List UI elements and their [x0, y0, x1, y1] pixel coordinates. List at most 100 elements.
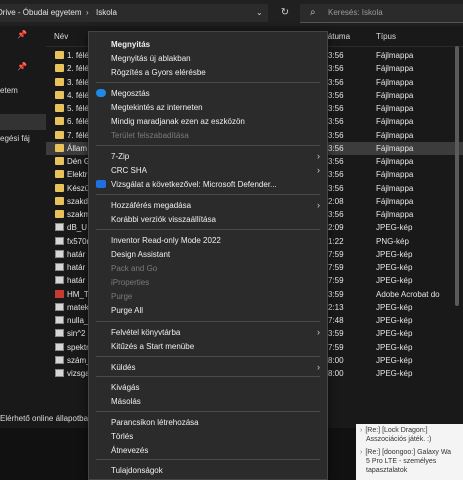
file-date: 8:00: [328, 369, 344, 378]
menu-item-kiv-g-s[interactable]: Kivágás: [89, 380, 327, 394]
menu-item-kor-bbi-verzi-k-vissza-ll-t-sa[interactable]: Korábbi verziók visszaállítása: [89, 212, 327, 226]
menu-item-megtekint-s-az-interneten[interactable]: Megtekintés az interneten: [89, 100, 327, 114]
context-menu: Megnyitás Megnyitás új ablakban Rögzítés a…: [88, 31, 328, 480]
search-box[interactable]: ⌕ Keresés: Iskola: [300, 4, 463, 23]
file-date: 3:56: [328, 77, 344, 87]
folder-icon: [55, 170, 64, 179]
file-date: 3:56: [328, 210, 344, 219]
address-bar[interactable]: Drive - Óbudai egyetem › Iskola ⌄: [0, 4, 268, 22]
file-type: JPEG-kép: [376, 302, 413, 312]
scrollbar-thumb[interactable]: [455, 46, 459, 306]
nav-item[interactable]: etem: [0, 86, 18, 95]
image-file-icon: [55, 249, 64, 258]
menu-item-mindig-maradjanak-ezen-az-eszk-z-n[interactable]: Mindig maradjanak ezen az eszközön: [89, 114, 327, 128]
image-file-icon: [55, 236, 64, 245]
nav-item[interactable]: egési fáj: [0, 134, 30, 143]
menu-item-crc-sha[interactable]: CRC SHA ›: [89, 163, 327, 177]
menu-item-megoszt-s[interactable]: Megosztás: [89, 86, 327, 100]
column-type[interactable]: Típus: [376, 32, 396, 41]
pdf-icon: [55, 289, 64, 298]
menu-item-label: Átnevezés: [111, 446, 149, 455]
menu-item-label: Felvétel könyvtárba: [111, 328, 181, 337]
menu-separator: [96, 82, 320, 83]
file-type: Fájlmappa: [376, 210, 414, 219]
menu-item-parancsikon-l-trehoz-sa[interactable]: Parancsikon létrehozása: [89, 415, 327, 429]
menu-item-vizsg-lat-a-k-vetkez-vel-microsoft-defender[interactable]: Vizsgálat a következővel: Microsoft Defe…: [89, 177, 327, 191]
refresh-icon[interactable]: ↻: [276, 4, 294, 22]
forum-item-text: tapasztalatok: [366, 467, 408, 474]
column-name[interactable]: Név: [54, 32, 68, 41]
breadcrumb-separator: ›: [86, 8, 89, 17]
menu-item-label: Kitűzés a Start menübe: [111, 342, 195, 351]
scrollbar[interactable]: [453, 46, 461, 376]
forum-item-text: Asszociációs játék. :): [366, 436, 432, 443]
file-date: 8:00: [328, 355, 344, 365]
menu-item-inventor-read-only-mode-2022[interactable]: Inventor Read-only Mode 2022: [89, 233, 327, 247]
menu-item-label: Vizsgálat a következővel: Microsoft Defe…: [111, 180, 277, 189]
menu-item-megnyit-s-j-ablakban[interactable]: Megnyitás új ablakban: [89, 51, 327, 65]
menu-item-label: iProperties: [111, 278, 150, 287]
file-date: 3:56: [328, 51, 344, 60]
file-type: Fájlmappa: [376, 157, 414, 166]
file-date: 7:59: [328, 276, 344, 286]
menu-item-7-zip[interactable]: 7-Zip ›: [89, 149, 327, 163]
file-type: Adobe Acrobat do: [376, 289, 440, 299]
image-file-icon: [55, 342, 64, 351]
file-date: 3:56: [328, 130, 344, 140]
folder-icon: [55, 210, 64, 218]
menu-separator: [96, 459, 320, 460]
forum-item[interactable]: › [Re:] [Lock Dragon:]: [360, 426, 428, 435]
address-dropdown-icon[interactable]: ⌄: [256, 8, 263, 17]
file-date: 3:56: [328, 183, 344, 193]
defender-shield-icon: [96, 180, 106, 188]
file-name: határ: [67, 249, 86, 259]
menu-item-m-sol-s[interactable]: Másolás: [89, 394, 327, 408]
menu-item-design-assistant[interactable]: Design Assistant: [89, 247, 327, 261]
menu-item-label: Korábbi verziók visszaállítása: [111, 215, 216, 224]
menu-item-felv-tel-k-nyvt-rba[interactable]: Felvétel könyvtárba ›: [89, 325, 327, 339]
file-name: spektr: [67, 342, 89, 352]
file-type: JPEG-kép: [376, 249, 413, 259]
menu-item-t-rl-s[interactable]: Törlés: [89, 429, 327, 443]
menu-separator: [96, 229, 320, 230]
menu-item-label: CRC SHA: [111, 166, 148, 175]
menu-item-label: Purge: [111, 292, 133, 301]
menu-item-hozz-f-r-s-megad-sa[interactable]: Hozzáférés megadása ›: [89, 198, 327, 212]
file-date: 3:56: [328, 157, 344, 166]
folder-icon: [55, 90, 64, 99]
file-type: Fájlmappa: [376, 64, 414, 74]
forum-item[interactable]: › [Re:] [doongoo:] Galaxy Wa: [360, 448, 451, 457]
address-bar-area: Drive - Óbudai egyetem › Iskola ⌄ ↻ ⌕ Ke…: [0, 0, 463, 27]
file-name: 3. félé: [67, 77, 89, 87]
file-date: 3:56: [328, 143, 344, 153]
breadcrumb-iskola[interactable]: Iskola: [96, 8, 117, 17]
menu-item-label: Megosztás: [111, 89, 150, 98]
pin-icon: 📌: [17, 62, 27, 71]
menu-item-kit-z-s-a-start-men-be[interactable]: Kitűzés a Start menübe: [89, 339, 327, 353]
file-name: sin^2: [67, 329, 86, 339]
menu-item-label: Design Assistant: [111, 250, 171, 259]
file-type: JPEG-kép: [376, 276, 413, 286]
submenu-chevron-icon: ›: [317, 165, 320, 175]
folder-icon: [55, 130, 64, 139]
file-date: 3:59: [328, 289, 344, 299]
pin-icon: 📌: [17, 30, 27, 39]
menu-item-label: Megnyitás új ablakban: [111, 54, 191, 63]
file-name: Dén G: [67, 157, 91, 166]
menu-item-tulajdons-gok[interactable]: Tulajdonságok: [89, 463, 327, 477]
menu-item-tnevez-s[interactable]: Átnevezés: [89, 443, 327, 457]
onedrive-cloud-icon: [96, 89, 106, 97]
menu-item-purge-all[interactable]: Purge All: [89, 303, 327, 317]
menu-item-megnyit-s[interactable]: Megnyitás: [89, 37, 327, 51]
folder-icon: [55, 104, 64, 112]
file-type: JPEG-kép: [376, 355, 413, 365]
file-date: 3:56: [328, 170, 344, 180]
menu-item-label: Parancsikon létrehozása: [111, 418, 199, 427]
menu-separator: [96, 411, 320, 412]
breadcrumb-onedrive[interactable]: Drive - Óbudai egyetem: [0, 8, 81, 17]
file-type: JPEG-kép: [376, 342, 413, 352]
menu-item-k-ld-s[interactable]: Küldés ›: [89, 360, 327, 374]
file-type: Fájlmappa: [376, 170, 414, 180]
menu-item-r-gz-t-s-a-gyors-el-r-sbe[interactable]: Rögzítés a Gyors elérésbe: [89, 65, 327, 79]
image-file-icon: [55, 276, 64, 285]
